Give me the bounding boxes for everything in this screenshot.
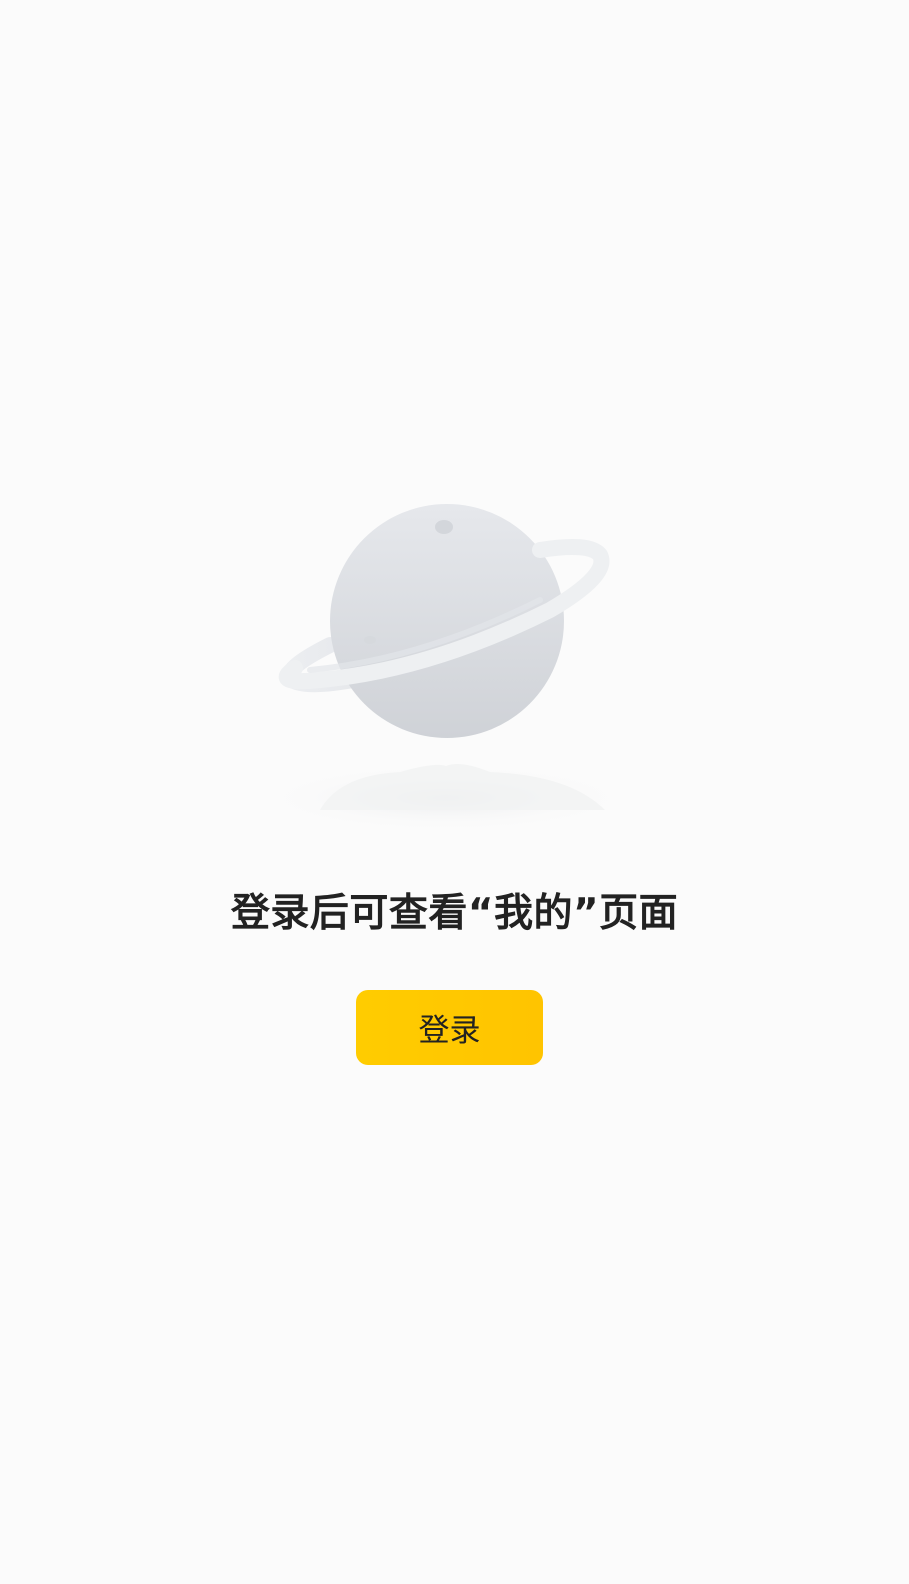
planet-icon bbox=[250, 480, 660, 840]
login-button-label: 登录 bbox=[418, 1013, 481, 1049]
login-prompt-text: 登录后可查看“我的”页面 bbox=[230, 891, 679, 936]
my-page-screen: 登录后可查看“我的”页面 登录 bbox=[0, 0, 909, 1584]
login-button[interactable]: 登录 bbox=[356, 990, 543, 1065]
